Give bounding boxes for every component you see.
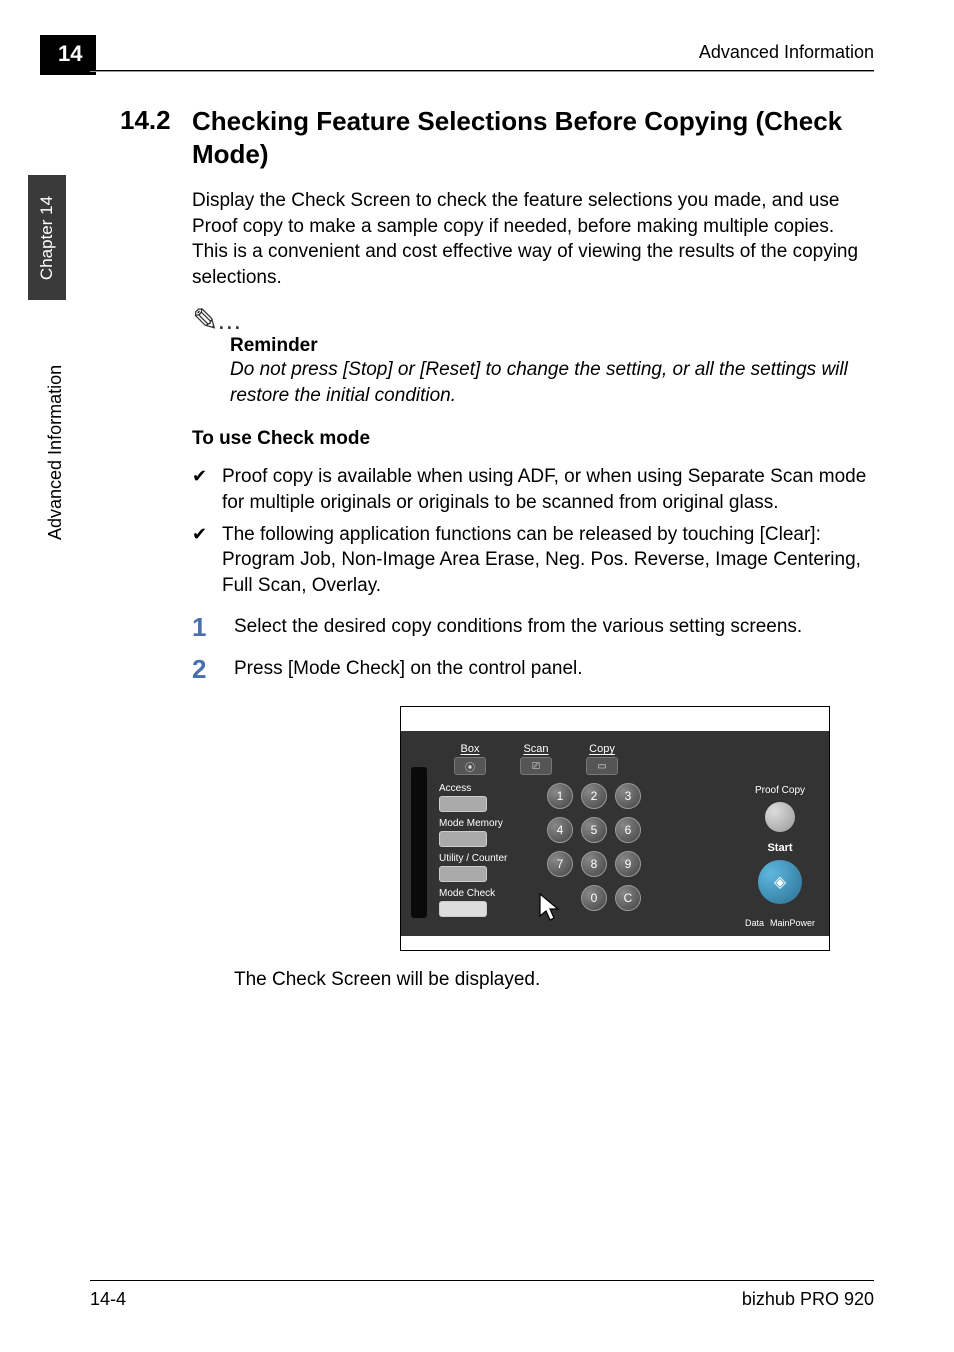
step-text: Press [Mode Check] on the control panel. (234, 656, 583, 682)
key-8[interactable]: 8 (581, 851, 607, 877)
utility-counter-label: Utility / Counter (439, 853, 531, 864)
checklist: Proof copy is available when using ADF, … (192, 464, 874, 598)
mode-check-button[interactable] (439, 901, 487, 917)
reminder-label: Reminder (230, 335, 874, 357)
data-indicator: Data (745, 918, 764, 928)
key-1[interactable]: 1 (547, 783, 573, 809)
access-button[interactable] (439, 796, 487, 812)
key-c[interactable]: C (615, 885, 641, 911)
mode-memory-label: Mode Memory (439, 818, 531, 829)
key-2[interactable]: 2 (581, 783, 607, 809)
mode-check-label: Mode Check (439, 888, 531, 899)
key-4[interactable]: 4 (547, 817, 573, 843)
steps-list: 1 Select the desired copy conditions fro… (192, 614, 874, 682)
header-rule (90, 70, 874, 72)
start-label: Start (767, 842, 792, 854)
product-name: bizhub PRO 920 (742, 1289, 874, 1310)
step-item: 1 Select the desired copy conditions fro… (192, 614, 874, 640)
header-title: Advanced Information (699, 42, 874, 63)
page-footer: 14-4 bizhub PRO 920 (90, 1280, 874, 1310)
result-text: The Check Screen will be displayed. (234, 969, 874, 991)
check-item: The following application functions can … (192, 522, 874, 599)
proof-copy-button[interactable] (765, 802, 795, 832)
reminder-icon: ✎... (192, 309, 874, 331)
key-0[interactable]: 0 (581, 885, 607, 911)
step-number: 1 (192, 614, 234, 640)
key-5[interactable]: 5 (581, 817, 607, 843)
step-item: 2 Press [Mode Check] on the control pane… (192, 656, 874, 682)
check-item: Proof copy is available when using ADF, … (192, 464, 874, 515)
mode-memory-button[interactable] (439, 831, 487, 847)
scan-icon[interactable]: ⎚ (520, 757, 552, 775)
subheading: To use Check mode (192, 428, 874, 450)
tab-copy[interactable]: Copy (583, 743, 621, 755)
key-9[interactable]: 9 (615, 851, 641, 877)
cursor-icon (536, 892, 564, 922)
page-number: 14-4 (90, 1289, 126, 1310)
key-3[interactable]: 3 (615, 783, 641, 809)
utility-counter-button[interactable] (439, 866, 487, 882)
intro-paragraph: Display the Check Screen to check the fe… (192, 188, 874, 291)
section-number: 14.2 (120, 105, 192, 136)
side-vertical-label: Advanced Information (45, 365, 66, 540)
chapter-tab: 14 (40, 35, 96, 75)
box-icon[interactable]: ⦿ (454, 757, 486, 775)
key-6[interactable]: 6 (615, 817, 641, 843)
step-text: Select the desired copy conditions from … (234, 614, 802, 640)
main-power-indicator: MainPower (770, 918, 815, 928)
start-button[interactable]: ◈ (758, 860, 802, 904)
side-chapter-tab: Chapter 14 (28, 175, 66, 300)
reminder-body: Do not press [Stop] or [Reset] to change… (230, 357, 874, 408)
section-title: Checking Feature Selections Before Copyi… (192, 105, 874, 170)
copy-icon[interactable]: ▭ (586, 757, 618, 775)
side-chapter-label: Chapter 14 (37, 195, 57, 279)
access-label: Access (439, 783, 531, 794)
screen-edge (411, 767, 427, 918)
key-7[interactable]: 7 (547, 851, 573, 877)
step-number: 2 (192, 656, 234, 682)
proof-copy-label: Proof Copy (755, 785, 805, 796)
tab-scan[interactable]: Scan (517, 743, 555, 755)
control-panel-figure: Box ⦿ Scan ⎚ Copy ▭ (400, 706, 830, 951)
tab-box[interactable]: Box (451, 743, 489, 755)
